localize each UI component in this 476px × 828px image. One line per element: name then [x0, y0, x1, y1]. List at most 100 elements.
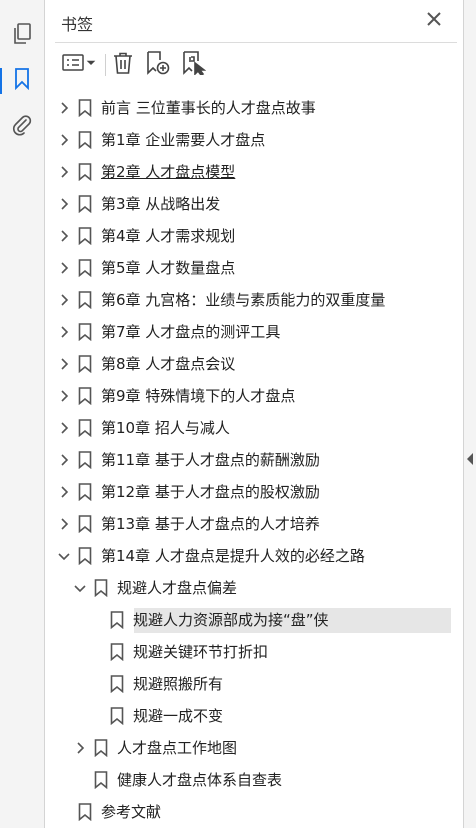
bookmark-label[interactable]: 第9章 特殊情境下的人才盘点 — [101, 386, 295, 406]
chevron-right-icon[interactable] — [56, 196, 72, 212]
bookmark-icon — [110, 643, 124, 662]
bookmark-label[interactable]: 第3章 从战略出发 — [101, 194, 220, 214]
bookmark-row[interactable]: 规避人力资源部成为接“盘”侠 — [45, 604, 463, 636]
bookmark-row[interactable]: 第14章 人才盘点是提升人效的必经之路 — [45, 540, 463, 572]
bookmark-label[interactable]: 第11章 基于人才盘点的薪酬激励 — [101, 450, 320, 470]
bookmark-label[interactable]: 第14章 人才盘点是提升人效的必经之路 — [101, 546, 365, 566]
bookmark-row[interactable]: 人才盘点工作地图 — [45, 732, 463, 764]
panel-resize-edge[interactable] — [463, 0, 476, 828]
bookmark-row[interactable]: 第8章 人才盘点会议 — [45, 348, 463, 380]
bookmark-icon — [78, 131, 92, 150]
chevron-right-icon[interactable] — [56, 228, 72, 244]
bookmark-icon — [78, 195, 92, 214]
bookmark-label[interactable]: 第10章 招人与减人 — [101, 418, 230, 438]
bookmarks-toolbar — [45, 46, 463, 84]
bookmarks-panel: 书签 前言 三位董事长的人才盘点故事 第1章 企业需要人才盘点 第2章 人才盘点… — [45, 0, 463, 828]
panel-title: 书签 — [61, 15, 94, 34]
chevron-right-icon[interactable] — [56, 164, 72, 180]
bookmark-icon — [78, 163, 92, 182]
bookmark-icon — [78, 99, 92, 118]
bookmark-label[interactable]: 第6章 九宫格：业绩与素质能力的双重度量 — [101, 290, 385, 310]
bookmark-icon — [78, 515, 92, 534]
bookmark-icon — [110, 675, 124, 694]
bookmark-label[interactable]: 第12章 基于人才盘点的股权激励 — [101, 482, 320, 502]
bookmark-label[interactable]: 第2章 人才盘点模型 — [101, 162, 235, 182]
bookmark-row[interactable]: 规避照搬所有 — [45, 668, 463, 700]
bookmark-row[interactable]: 第9章 特殊情境下的人才盘点 — [45, 380, 463, 412]
delete-bookmark-button[interactable] — [111, 50, 135, 80]
bookmark-row[interactable]: 第12章 基于人才盘点的股权激励 — [45, 476, 463, 508]
bookmark-label[interactable]: 规避人才盘点偏差 — [117, 578, 237, 598]
bookmark-row[interactable]: 规避关键环节打折扣 — [45, 636, 463, 668]
pages-icon — [12, 23, 32, 49]
close-icon — [427, 11, 441, 30]
chevron-right-icon[interactable] — [56, 356, 72, 372]
chevron-right-icon[interactable] — [72, 740, 88, 756]
chevron-right-icon[interactable] — [56, 260, 72, 276]
bookmark-icon — [78, 803, 92, 822]
close-panel-button[interactable] — [423, 9, 445, 31]
bookmark-icon — [78, 451, 92, 470]
bookmark-row[interactable]: 参考文献 — [45, 796, 463, 828]
new-bookmark-button[interactable] — [145, 50, 171, 80]
bookmark-icon — [14, 68, 30, 94]
trash-icon — [113, 52, 133, 78]
bookmark-icon — [110, 611, 124, 630]
bookmark-label[interactable]: 第8章 人才盘点会议 — [101, 354, 235, 374]
bookmark-row[interactable]: 第6章 九宫格：业绩与素质能力的双重度量 — [45, 284, 463, 316]
chevron-right-icon[interactable] — [56, 292, 72, 308]
chevron-right-icon[interactable] — [56, 324, 72, 340]
bookmark-row[interactable]: 第13章 基于人才盘点的人才培养 — [45, 508, 463, 540]
bookmark-icon — [78, 387, 92, 406]
options-menu-button[interactable] — [59, 50, 99, 80]
bookmark-label[interactable]: 第5章 人才数量盘点 — [101, 258, 235, 278]
find-bookmark-button[interactable] — [181, 50, 207, 80]
bookmark-icon — [78, 483, 92, 502]
bookmark-icon — [78, 323, 92, 342]
chevron-right-icon[interactable] — [56, 516, 72, 532]
bookmark-row[interactable]: 第7章 人才盘点的测评工具 — [45, 316, 463, 348]
bookmark-row[interactable]: 第3章 从战略出发 — [45, 188, 463, 220]
chevron-down-icon[interactable] — [72, 580, 88, 596]
chevron-right-icon[interactable] — [56, 388, 72, 404]
bookmark-cursor-icon — [182, 51, 207, 79]
bookmark-icon — [78, 259, 92, 278]
bookmark-row[interactable]: 第10章 招人与减人 — [45, 412, 463, 444]
toolbar-divider — [105, 54, 106, 76]
chevron-down-icon[interactable] — [56, 548, 72, 564]
bookmark-label[interactable]: 规避关键环节打折扣 — [133, 642, 268, 662]
bookmark-row[interactable]: 前言 三位董事长的人才盘点故事 — [45, 92, 463, 124]
list-options-icon — [62, 54, 96, 76]
bookmark-icon — [94, 771, 108, 790]
bookmark-label[interactable]: 健康人才盘点体系自查表 — [117, 770, 282, 790]
bookmark-row[interactable]: 第5章 人才数量盘点 — [45, 252, 463, 284]
bookmark-row[interactable]: 规避一成不变 — [45, 700, 463, 732]
bookmark-label[interactable]: 第7章 人才盘点的测评工具 — [101, 322, 280, 342]
bookmark-label[interactable]: 规避照搬所有 — [133, 674, 223, 694]
bookmark-label[interactable]: 规避一成不变 — [133, 706, 223, 726]
bookmark-label[interactable]: 人才盘点工作地图 — [117, 738, 237, 758]
bookmark-label[interactable]: 第1章 企业需要人才盘点 — [101, 130, 265, 150]
collapse-arrow-icon[interactable] — [467, 450, 473, 469]
bookmarks-button[interactable] — [0, 66, 37, 96]
bookmark-icon — [78, 419, 92, 438]
bookmark-row[interactable]: 第11章 基于人才盘点的薪酬激励 — [45, 444, 463, 476]
bookmark-row[interactable]: 健康人才盘点体系自查表 — [45, 764, 463, 796]
chevron-right-icon[interactable] — [56, 484, 72, 500]
bookmark-icon — [78, 547, 92, 566]
page-thumbnails-button[interactable] — [7, 21, 37, 51]
chevron-right-icon[interactable] — [56, 100, 72, 116]
bookmark-row[interactable]: 第4章 人才需求规划 — [45, 220, 463, 252]
bookmark-label[interactable]: 前言 三位董事长的人才盘点故事 — [101, 98, 316, 118]
bookmark-label[interactable]: 第13章 基于人才盘点的人才培养 — [101, 514, 320, 534]
chevron-right-icon[interactable] — [56, 420, 72, 436]
bookmark-label[interactable]: 规避人力资源部成为接“盘”侠 — [133, 610, 329, 630]
attachments-button[interactable] — [7, 112, 37, 142]
bookmark-row[interactable]: 规避人才盘点偏差 — [45, 572, 463, 604]
bookmark-label[interactable]: 第4章 人才需求规划 — [101, 226, 235, 246]
chevron-right-icon[interactable] — [56, 132, 72, 148]
bookmark-label[interactable]: 参考文献 — [101, 802, 161, 822]
bookmark-row[interactable]: 第2章 人才盘点模型 — [45, 156, 463, 188]
bookmark-row[interactable]: 第1章 企业需要人才盘点 — [45, 124, 463, 156]
chevron-right-icon[interactable] — [56, 452, 72, 468]
